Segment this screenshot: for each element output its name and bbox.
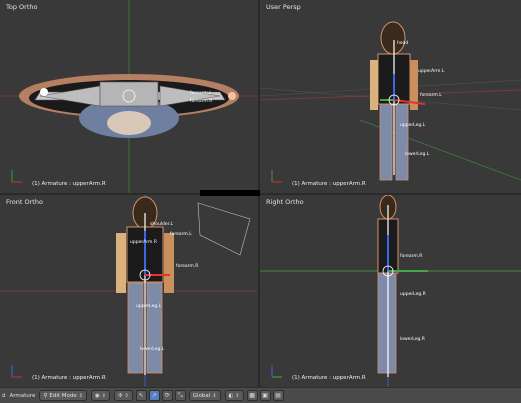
rotate-icon[interactable]: ⟳ (161, 390, 173, 401)
translate-icon[interactable]: ↗ (148, 390, 160, 401)
bone-label: upperLeg.L (136, 303, 162, 309)
bone-label: forearm.R (400, 253, 422, 259)
bone-label: shoulder.L (150, 221, 174, 227)
orientation-label: Global (192, 392, 211, 399)
head-shape (380, 21, 406, 55)
object-name: Armature (9, 392, 36, 399)
viewport-user-persp[interactable]: head upperArm.L forearm.L upperLeg.L low… (260, 0, 521, 193)
lock-icon[interactable]: ▦ (246, 390, 258, 401)
bone-label: head (397, 40, 408, 46)
shading-dropdown[interactable]: ◉ ⇕ (90, 390, 110, 401)
bone-joint (40, 88, 48, 96)
viewport-status: (1) Armature : upperArm.R (32, 375, 106, 381)
view-menu[interactable]: d (0, 393, 8, 399)
viewport-status: (1) Armature : upperArm.R (32, 181, 106, 187)
manipulator-icon[interactable]: ↖ (135, 390, 147, 401)
top-ortho-scene: forearm.L forearm.R (0, 0, 258, 193)
viewport-divider-horizontal[interactable] (0, 193, 521, 195)
viewport-right-ortho[interactable]: forearm.R upperLeg.R lowerLeg.R Right Or… (260, 195, 521, 387)
bone-label: forearm.L (190, 90, 212, 96)
bone-label: upperArm.R (130, 239, 157, 245)
viewport-title: User Persp (266, 3, 301, 11)
bone-label: upperLeg.R (400, 291, 426, 297)
shading-icon: ◉ (94, 392, 100, 399)
bone-label: upperLeg.L (400, 122, 426, 128)
bone-label: forearm.L (170, 231, 192, 237)
pivot-icon: ✣ (117, 392, 123, 399)
right-ortho-scene: forearm.R upperLeg.R lowerLeg.R (260, 195, 521, 387)
mode-icon: ⚲ (43, 392, 48, 399)
chevron-updown-icon: ⇕ (101, 392, 106, 399)
chevron-updown-icon: ⇕ (124, 392, 129, 399)
layer-icon[interactable]: ▤ (272, 390, 284, 401)
chevron-updown-icon: ⇕ (212, 392, 217, 399)
viewport-front-ortho[interactable]: upperArm.R forearm.L forearm.R upperLeg.… (0, 195, 258, 387)
layer-dropdown[interactable]: ◐ ⇕ (224, 390, 244, 401)
mode-dropdown[interactable]: ⚲ Edit Mode ⇕ (39, 390, 87, 401)
orientation-dropdown[interactable]: Global ⇕ (188, 390, 221, 401)
bone-label: forearm.R (190, 98, 212, 104)
leg-shape (377, 272, 397, 374)
scale-icon[interactable]: ⤡ (174, 390, 186, 401)
viewport-title: Top Ortho (6, 3, 38, 11)
black-bar (200, 190, 260, 196)
bone-label: lowerLeg.R (400, 336, 425, 342)
viewport-top-ortho[interactable]: forearm.L forearm.R Top Ortho (1) Armatu… (0, 0, 258, 193)
pivot-dropdown[interactable]: ✣ ⇕ (113, 390, 133, 401)
chevron-updown-icon: ⇕ (235, 392, 240, 399)
bone-joint (228, 92, 236, 100)
bone-label: upperArm.L (418, 68, 445, 74)
viewport-status: (1) Armature : upperArm.R (292, 181, 366, 187)
3d-view-header: d Armature ⚲ Edit Mode ⇕ ◉ ⇕ ✣ ⇕ ↖ ↗ ⟳ ⤡… (0, 387, 521, 403)
bone-label: forearm.R (176, 263, 198, 269)
bone-label: lowerLeg.L (140, 346, 165, 352)
render-icon[interactable]: ▣ (259, 390, 271, 401)
camera-object[interactable] (197, 202, 251, 256)
bone-label: forearm.L (420, 92, 442, 98)
left-leg (379, 103, 393, 181)
right-leg (395, 103, 409, 181)
viewport-title: Front Ortho (6, 198, 43, 206)
right-leg (146, 282, 163, 374)
persp-scene: head upperArm.L forearm.L upperLeg.L low… (260, 21, 521, 183)
mode-label: Edit Mode (49, 392, 77, 399)
viewport-status: (1) Armature : upperArm.R (292, 375, 366, 381)
torso-bone (99, 81, 159, 107)
feet-shape (107, 111, 151, 135)
blender-window: forearm.L forearm.R Top Ortho (1) Armatu… (0, 0, 521, 403)
right-arm (164, 233, 174, 293)
left-arm (370, 60, 378, 110)
front-ortho-scene: upperArm.R forearm.L forearm.R upperLeg.… (0, 195, 258, 387)
viewport-title: Right Ortho (266, 198, 304, 206)
chevron-updown-icon: ⇕ (78, 392, 83, 399)
left-leg (127, 282, 144, 374)
layer-icon: ◐ (228, 392, 234, 399)
left-arm (116, 233, 126, 293)
bone-label: lowerLeg.L (405, 151, 430, 157)
